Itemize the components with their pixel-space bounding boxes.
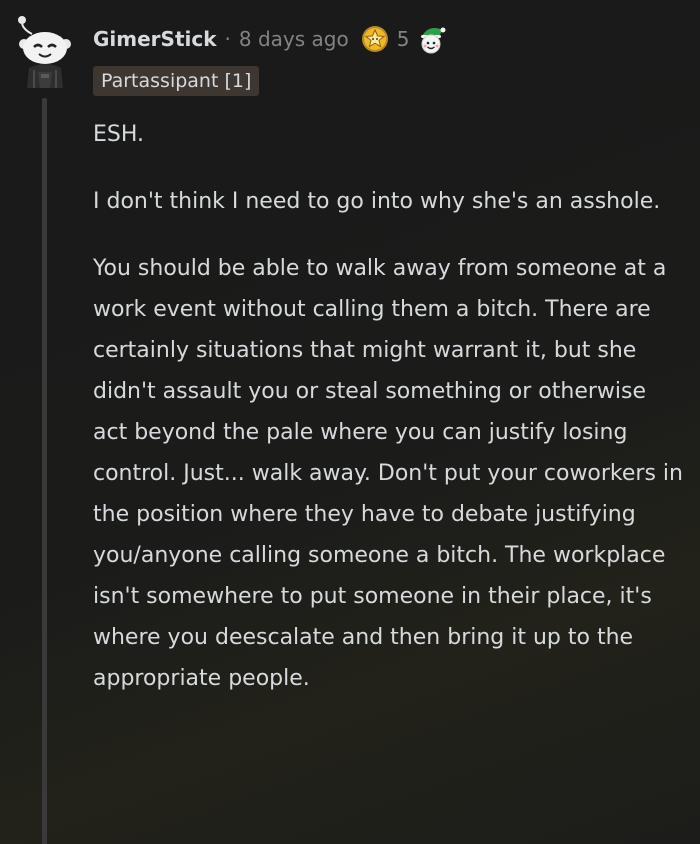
comment-header: GimerStick · 8 days ago 5 [93, 24, 447, 54]
comment-paragraph: ESH. [93, 122, 145, 147]
snoo-avatar-icon [18, 16, 71, 88]
elf-award-icon[interactable] [417, 24, 447, 54]
comment-body: ESH. I don't think I need to go into why… [93, 114, 683, 725]
comment-paragraph: You should be able to walk away from som… [93, 256, 683, 691]
award-count: 5 [396, 27, 410, 51]
star-award-icon[interactable] [361, 25, 389, 53]
username-link[interactable]: GimerStick [93, 27, 217, 51]
user-flair: Partassipant [1] [93, 66, 260, 96]
thread-collapse-line[interactable] [42, 98, 47, 844]
comment-paragraph: I don't think I need to go into why she'… [93, 189, 661, 214]
comment-timestamp[interactable]: 8 days ago [239, 27, 349, 51]
comment-page: GimerStick · 8 days ago 5 Partassipant [… [0, 0, 700, 844]
meta-separator: · [224, 27, 231, 51]
user-avatar[interactable] [10, 14, 80, 88]
